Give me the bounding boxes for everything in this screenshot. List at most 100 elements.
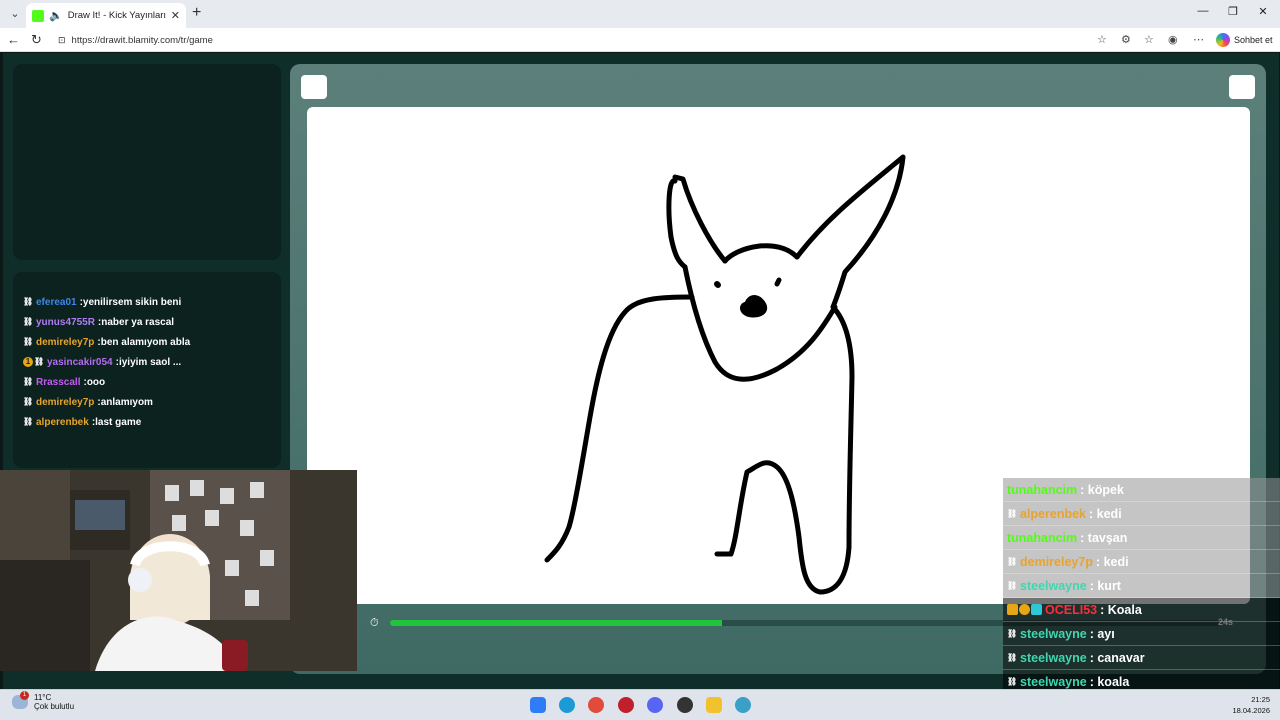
overlay-username: steelwayne bbox=[1020, 674, 1087, 689]
browser-tab-bar: ⌄ 🔈 Draw It! - Kick Yayınları İçin Ç ✕ +… bbox=[0, 0, 1280, 28]
kick-badge-icon: ⛓ bbox=[1007, 628, 1018, 638]
system-clock[interactable]: 21:25 18.04.2026 bbox=[1226, 694, 1270, 716]
kick-badge-icon: ⛓ bbox=[1007, 652, 1018, 662]
overlay-username: steelwayne bbox=[1020, 626, 1087, 641]
overlay-text: : kurt bbox=[1089, 578, 1121, 593]
webcam-image bbox=[0, 470, 357, 671]
refresh-icon[interactable]: ↻ bbox=[31, 32, 42, 48]
copilot-button[interactable]: Sohbet et bbox=[1216, 33, 1273, 47]
user-badges: 1 ⛓ bbox=[23, 357, 44, 367]
chat-text: :iyiyim saol ... bbox=[115, 356, 182, 368]
windows-start-icon[interactable] bbox=[530, 697, 546, 713]
overlay-username: tunahancim bbox=[1007, 482, 1078, 497]
profile-avatar-icon[interactable]: ◉ bbox=[1168, 33, 1178, 46]
chat-username[interactable]: alperenbek bbox=[36, 417, 89, 428]
chat-message: ⛓ yunus4755R:naber ya rascal bbox=[23, 312, 281, 332]
cloud-icon: 1 bbox=[12, 691, 29, 709]
overlay-chat-message: ⛓ alperenbek: kedi bbox=[1003, 502, 1280, 526]
overlay-chat-message: ⛓ demireley7p: kedi bbox=[1003, 550, 1280, 574]
kick-badge-icon: ⛓ bbox=[1007, 580, 1018, 590]
chat-username[interactable]: demireley7p bbox=[36, 337, 94, 348]
chat-username[interactable]: Rrasscall bbox=[36, 377, 80, 388]
browser-tab-drawit[interactable]: 🔈 Draw It! - Kick Yayınları İçin Ç ✕ bbox=[26, 3, 186, 28]
game-left-button[interactable] bbox=[301, 75, 327, 99]
overlay-chat-message: tunahancim: tavşan bbox=[1003, 526, 1280, 550]
chat-text: :ben alamıyom abla bbox=[97, 336, 191, 348]
overlay-username: OCELI53 bbox=[1045, 602, 1098, 617]
extensions-icon[interactable]: ⚙ bbox=[1121, 33, 1131, 46]
timer-clock-icon: ⏱ bbox=[370, 617, 379, 629]
user-badges: ⛓ bbox=[1007, 653, 1017, 663]
overlay-text: : canavar bbox=[1089, 650, 1145, 665]
chat-message: ⛓ Rrasscall:ooo bbox=[23, 372, 281, 392]
user-badges: ⛓ bbox=[1007, 509, 1017, 519]
weather-temp: 11°C bbox=[34, 693, 52, 702]
weather-widget[interactable]: 1 11°C Çok bulutlu bbox=[12, 691, 75, 711]
overlay-username: steelwayne bbox=[1020, 650, 1087, 665]
kick-badge-icon: ⛓ bbox=[1007, 556, 1018, 566]
subscriber-badge-icon bbox=[1031, 604, 1042, 615]
chat-text: :naber ya rascal bbox=[97, 316, 175, 328]
tab-actions-chevron-icon[interactable]: ⌄ bbox=[6, 5, 24, 23]
user-badges: ⛓ bbox=[23, 417, 33, 427]
favorites-icon[interactable]: ☆ bbox=[1144, 33, 1154, 46]
url-field[interactable]: ⊡ https://drawit.blamity.com/tr/game bbox=[50, 31, 1118, 49]
user-badges: ⛓ bbox=[1007, 677, 1017, 687]
kick-badge-icon: ⛓ bbox=[23, 317, 34, 326]
kick-badge-icon: ⛓ bbox=[23, 337, 34, 346]
kick-favicon-icon bbox=[32, 9, 44, 22]
close-tab-icon[interactable]: ✕ bbox=[171, 9, 180, 22]
chat-text: :anlamıyom bbox=[97, 396, 153, 408]
address-bar-row: ← ↻ ⊡ https://drawit.blamity.com/tr/game… bbox=[0, 28, 1280, 52]
streamer-webcam bbox=[0, 470, 357, 671]
player-panel bbox=[13, 64, 281, 260]
back-arrow-icon[interactable]: ← bbox=[7, 32, 20, 47]
subscriber-badge-icon bbox=[1019, 604, 1030, 615]
restore-icon[interactable]: ❐ bbox=[1218, 5, 1248, 18]
user-badges: ⛓ bbox=[1007, 629, 1017, 639]
overlay-text: : köpek bbox=[1080, 482, 1124, 497]
overlay-text: : ayı bbox=[1089, 626, 1115, 641]
chat-message: ⛓ eferea01:yenilirsem sikin beni bbox=[23, 292, 281, 312]
user-badges: ⛓ bbox=[1007, 581, 1017, 591]
minimize-icon[interactable]: — bbox=[1188, 5, 1218, 17]
copilot-label: Sohbet et bbox=[1234, 35, 1273, 45]
weather-desc: Çok bulutlu bbox=[34, 702, 75, 711]
more-menu-icon[interactable]: ⋯ bbox=[1193, 33, 1204, 46]
kick-badge-icon: ⛓ bbox=[34, 357, 45, 366]
network-app-icon[interactable] bbox=[735, 697, 751, 713]
overlay-chat-message: ⛓ steelwayne: ayı bbox=[1003, 622, 1280, 646]
user-badges: ⛓ bbox=[23, 397, 33, 407]
chat-text: :last game bbox=[91, 416, 142, 428]
chrome-icon[interactable] bbox=[588, 697, 604, 713]
chat-message: 1 ⛓ yasincakir054:iyiyim saol ... bbox=[23, 352, 281, 372]
speaker-icon[interactable]: 🔈 bbox=[49, 9, 63, 22]
close-window-icon[interactable]: ✕ bbox=[1248, 5, 1278, 18]
overlay-username: demireley7p bbox=[1020, 554, 1093, 569]
copilot-icon bbox=[1216, 33, 1230, 47]
chat-username[interactable]: yasincakir054 bbox=[47, 357, 113, 368]
kick-badge-icon: ⛓ bbox=[23, 377, 34, 386]
url-text: https://drawit.blamity.com/tr/game bbox=[71, 34, 213, 46]
subscriber-badge-icon bbox=[1007, 604, 1018, 615]
chat-username[interactable]: yunus4755R bbox=[36, 317, 95, 328]
site-info-icon[interactable]: ⊡ bbox=[58, 35, 66, 46]
overlay-text: : kedi bbox=[1095, 554, 1129, 569]
file-explorer-icon[interactable] bbox=[706, 697, 722, 713]
chat-username[interactable]: eferea01 bbox=[36, 297, 77, 308]
favorite-star-icon[interactable]: ☆ bbox=[1097, 33, 1107, 46]
edge-icon[interactable] bbox=[559, 697, 575, 713]
discord-icon[interactable] bbox=[647, 697, 663, 713]
overlay-text: : Koala bbox=[1100, 602, 1142, 617]
user-badges: ⛓ bbox=[1007, 557, 1017, 567]
app-red-icon[interactable] bbox=[618, 697, 634, 713]
kick-badge-icon: ⛓ bbox=[23, 417, 34, 426]
new-tab-plus-icon[interactable]: + bbox=[192, 4, 201, 22]
tab-title: Draw It! - Kick Yayınları İçin Ç bbox=[67, 10, 166, 21]
overlay-chat-message: tunahancim: köpek bbox=[1003, 478, 1280, 502]
game-right-button[interactable] bbox=[1229, 75, 1255, 99]
chat-username[interactable]: demireley7p bbox=[36, 397, 94, 408]
clock-date: 18.04.2026 bbox=[1232, 706, 1270, 715]
kick-badge-icon: ⛓ bbox=[23, 397, 34, 406]
obs-icon[interactable] bbox=[677, 697, 693, 713]
